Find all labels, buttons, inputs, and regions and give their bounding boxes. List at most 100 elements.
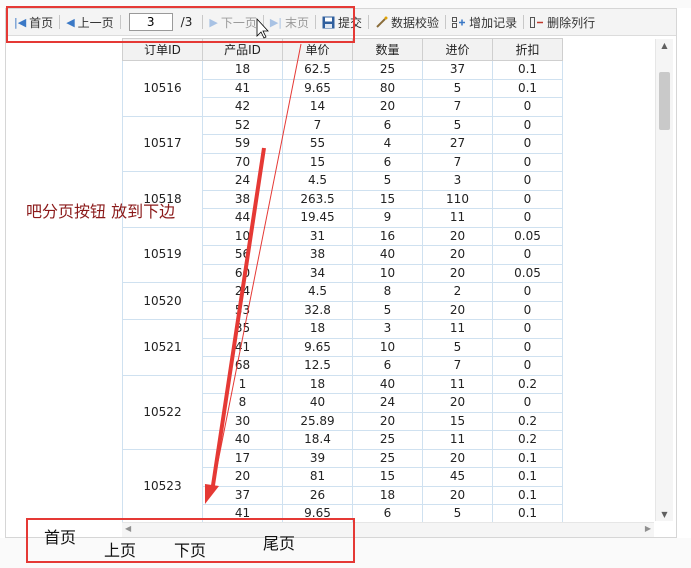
- table-cell[interactable]: 263.5: [282, 189, 353, 209]
- table-cell[interactable]: 0: [492, 208, 563, 228]
- table-cell[interactable]: 110: [422, 189, 493, 209]
- table-cell[interactable]: 37: [202, 485, 283, 505]
- column-header[interactable]: 数量: [352, 38, 423, 61]
- table-cell[interactable]: 38: [282, 245, 353, 265]
- table-cell[interactable]: 0: [492, 115, 563, 135]
- add-record-button[interactable]: 增加记录: [448, 14, 521, 31]
- table-cell[interactable]: 0: [492, 152, 563, 172]
- last-page-button[interactable]: ▶| 末页: [266, 14, 313, 31]
- table-cell[interactable]: 11: [422, 374, 493, 394]
- table-cell[interactable]: 14: [282, 97, 353, 117]
- table-cell[interactable]: 18: [282, 374, 353, 394]
- table-cell[interactable]: 1: [202, 374, 283, 394]
- scroll-right-icon[interactable]: ▶: [645, 524, 651, 533]
- table-cell[interactable]: 6: [352, 356, 423, 376]
- column-header[interactable]: 进价: [422, 38, 493, 61]
- table-cell[interactable]: 0: [492, 189, 563, 209]
- table-cell[interactable]: 19.45: [282, 208, 353, 228]
- table-cell[interactable]: 59: [202, 134, 283, 154]
- table-cell[interactable]: 5: [352, 300, 423, 320]
- table-cell[interactable]: 0.1: [492, 467, 563, 487]
- table-cell[interactable]: 0.1: [492, 504, 563, 524]
- table-cell[interactable]: 20: [422, 485, 493, 505]
- table-cell[interactable]: 20: [422, 393, 493, 413]
- table-cell[interactable]: 7: [282, 115, 353, 135]
- table-cell[interactable]: 2: [422, 282, 493, 302]
- table-cell[interactable]: 24: [202, 282, 283, 302]
- table-cell[interactable]: 0: [492, 356, 563, 376]
- table-cell[interactable]: 9.65: [282, 78, 353, 98]
- table-cell[interactable]: 60: [202, 263, 283, 283]
- vertical-scrollbar[interactable]: ▲ ▼: [655, 39, 673, 521]
- table-cell[interactable]: 11: [422, 430, 493, 450]
- table-cell[interactable]: 53: [202, 300, 283, 320]
- table-cell[interactable]: 18.4: [282, 430, 353, 450]
- table-cell[interactable]: 20: [422, 300, 493, 320]
- horizontal-scrollbar[interactable]: ◀ ▶: [122, 522, 654, 537]
- table-cell[interactable]: 40: [352, 245, 423, 265]
- table-cell[interactable]: 40: [202, 430, 283, 450]
- table-cell[interactable]: 37: [422, 60, 493, 80]
- table-cell[interactable]: 12.5: [282, 356, 353, 376]
- order-id-cell[interactable]: 10517: [122, 115, 203, 172]
- table-cell[interactable]: 0: [492, 97, 563, 117]
- table-cell[interactable]: 4.5: [282, 171, 353, 191]
- table-row[interactable]: 10521 35 18 3 11 0: [122, 319, 563, 376]
- table-cell[interactable]: 6: [352, 115, 423, 135]
- table-cell[interactable]: 34: [282, 263, 353, 283]
- table-cell[interactable]: 81: [282, 467, 353, 487]
- table-cell[interactable]: 52: [202, 115, 283, 135]
- table-cell[interactable]: 41: [202, 78, 283, 98]
- table-cell[interactable]: 18: [282, 319, 353, 339]
- table-cell[interactable]: 17: [202, 448, 283, 468]
- table-cell[interactable]: 35: [202, 319, 283, 339]
- table-cell[interactable]: 40: [282, 393, 353, 413]
- table-cell[interactable]: 27: [422, 134, 493, 154]
- table-cell[interactable]: 4: [352, 134, 423, 154]
- table-cell[interactable]: 5: [422, 78, 493, 98]
- table-cell[interactable]: 8: [352, 282, 423, 302]
- table-cell[interactable]: 0: [492, 337, 563, 357]
- prev-page-button[interactable]: ◀ 上一页: [62, 14, 117, 31]
- table-cell[interactable]: 11: [422, 208, 493, 228]
- table-cell[interactable]: 24: [202, 171, 283, 191]
- table-cell[interactable]: 11: [422, 319, 493, 339]
- scroll-left-icon[interactable]: ◀: [125, 524, 131, 533]
- table-cell[interactable]: 0: [492, 393, 563, 413]
- table-cell[interactable]: 9.65: [282, 337, 353, 357]
- table-cell[interactable]: 18: [202, 60, 283, 80]
- table-cell[interactable]: 24: [352, 393, 423, 413]
- table-cell[interactable]: 5: [422, 337, 493, 357]
- table-cell[interactable]: 10: [352, 263, 423, 283]
- table-cell[interactable]: 3: [422, 171, 493, 191]
- table-cell[interactable]: 20: [422, 263, 493, 283]
- table-cell[interactable]: 9.65: [282, 504, 353, 524]
- table-cell[interactable]: 41: [202, 337, 283, 357]
- table-cell[interactable]: 9: [352, 208, 423, 228]
- table-cell[interactable]: 20: [202, 467, 283, 487]
- first-page-button[interactable]: |◀ 首页: [10, 14, 57, 31]
- table-cell[interactable]: 0.1: [492, 485, 563, 505]
- next-page-button[interactable]: ▶ 下一页: [205, 14, 260, 31]
- scroll-up-icon[interactable]: ▲: [656, 41, 673, 50]
- table-cell[interactable]: 5: [352, 171, 423, 191]
- table-cell[interactable]: 68: [202, 356, 283, 376]
- table-cell[interactable]: 0.05: [492, 226, 563, 246]
- table-row[interactable]: 10522 1 18 40 11 0.2: [122, 374, 563, 450]
- table-row[interactable]: 10520 24 4.5 8 2 0: [122, 282, 563, 320]
- table-cell[interactable]: 25.89: [282, 411, 353, 431]
- table-cell[interactable]: 4.5: [282, 282, 353, 302]
- scroll-thumb[interactable]: [659, 72, 670, 130]
- table-cell[interactable]: 0.2: [492, 411, 563, 431]
- table-cell[interactable]: 0: [492, 319, 563, 339]
- table-cell[interactable]: 44: [202, 208, 283, 228]
- table-cell[interactable]: 10: [202, 226, 283, 246]
- table-cell[interactable]: 55: [282, 134, 353, 154]
- table-cell[interactable]: 6: [352, 152, 423, 172]
- table-cell[interactable]: 8: [202, 393, 283, 413]
- table-cell[interactable]: 20: [422, 226, 493, 246]
- table-cell[interactable]: 0.1: [492, 78, 563, 98]
- table-row[interactable]: 10517 52 7 6 5 0: [122, 115, 563, 172]
- column-header[interactable]: 折扣: [492, 38, 563, 61]
- table-cell[interactable]: 40: [352, 374, 423, 394]
